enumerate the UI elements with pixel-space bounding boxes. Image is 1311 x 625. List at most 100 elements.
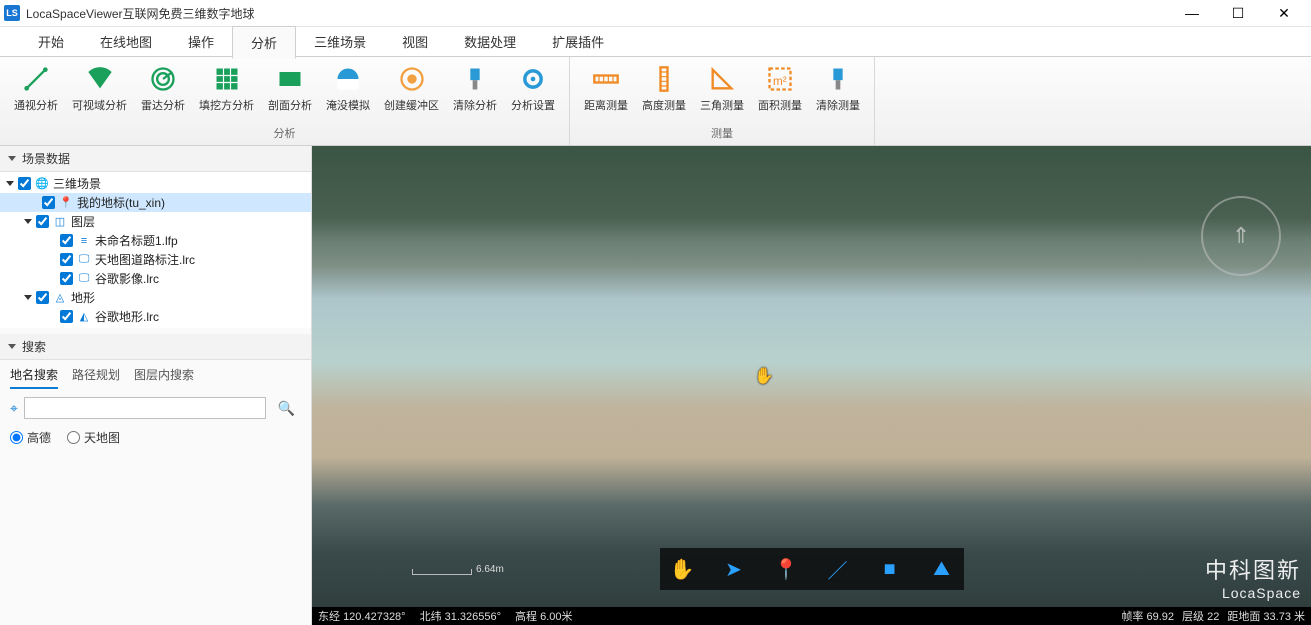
tool-select[interactable]: ➤: [722, 557, 746, 582]
analysis-settings[interactable]: 分析设置: [505, 61, 561, 123]
analysis-clear[interactable]: 清除分析: [447, 61, 503, 123]
analysis-visibility-label: 可视域分析: [72, 97, 127, 113]
measure-distance[interactable]: 距离测量: [578, 61, 634, 123]
maximize-button[interactable]: ☐: [1215, 0, 1261, 26]
scene-tree: 🌐 三维场景📍我的地标(tu_xin)◫图层≡未命名标题1.lfp 🖵 天地图道路标注…: [0, 172, 311, 328]
tool-pan[interactable]: ✋: [670, 557, 694, 582]
scalebar: 6.64m: [412, 564, 504, 575]
node-tianditu-road-checkbox[interactable]: [60, 253, 73, 266]
terrain2-icon: ◭: [77, 310, 91, 324]
ribbon: 通视分析可视域分析雷达分析填挖方分析剖面分析淹没模拟创建缓冲区清除分析分析设置分…: [0, 56, 1311, 146]
tool-3d[interactable]: ⛰: [930, 558, 954, 581]
search-tabs: 地名搜索路径规划图层内搜索: [0, 360, 311, 393]
compass-icon[interactable]: ⇑: [1201, 196, 1281, 276]
menu-6[interactable]: 数据处理: [446, 26, 534, 57]
menu-4[interactable]: 三维场景: [296, 26, 384, 57]
analysis-section[interactable]: 剖面分析: [262, 61, 318, 123]
measure-clear[interactable]: 清除测量: [810, 61, 866, 123]
node-my-landmark-label: 我的地标(tu_xin): [77, 194, 165, 211]
radio-0[interactable]: 高德: [10, 429, 51, 446]
analysis-visibility-icon: [86, 65, 114, 93]
analysis-settings-icon: [519, 65, 547, 93]
node-google-image[interactable]: 🖵谷歌影像.lrc: [0, 269, 311, 288]
status-elev: 高程 6.00米: [515, 608, 572, 624]
measure-height-label: 高度测量: [642, 97, 686, 113]
node-scene[interactable]: 🌐 三维场景: [0, 174, 311, 193]
analysis-cutfill[interactable]: 填挖方分析: [193, 61, 260, 123]
search-tab-0[interactable]: 地名搜索: [10, 366, 58, 389]
brand-watermark: 中科图新 LocaSpace: [1205, 553, 1301, 601]
node-file-lfp-label: 未命名标题1.lfp: [95, 232, 178, 249]
node-terrain[interactable]: ◬地形: [0, 288, 311, 307]
node-layers-label: 图层: [71, 213, 95, 230]
measure-triangle[interactable]: 三角测量: [694, 61, 750, 123]
ribbon-group-label: 测量: [578, 123, 866, 143]
chevron-down-icon[interactable]: [24, 295, 32, 300]
node-google-terrain[interactable]: ◭谷歌地形.lrc: [0, 307, 311, 326]
node-scene-label: 三维场景: [53, 175, 101, 192]
viewport-3d[interactable]: ✋ ⇑ 6.64m ✋➤📍／■⛰ 中科图新 LocaSpace 东经 120.4…: [312, 146, 1311, 625]
node-tianditu-road[interactable]: 🖵 天地图道路标注.lrc: [0, 250, 311, 269]
chevron-down-icon[interactable]: [6, 181, 14, 186]
node-tianditu-road-label: 天地图道路标注.lrc: [95, 251, 195, 268]
close-button[interactable]: ✕: [1261, 0, 1307, 26]
radio-1[interactable]: 天地图: [67, 429, 120, 446]
monitor-icon: 🖵: [77, 253, 91, 267]
status-lat: 北纬 31.326556°: [420, 608, 501, 624]
radio-input-1[interactable]: [67, 431, 80, 444]
panel-scene-header[interactable]: 场景数据: [0, 146, 311, 172]
analysis-visibility[interactable]: 可视域分析: [66, 61, 133, 123]
menu-5[interactable]: 视图: [384, 26, 446, 57]
pin-icon: ⌖: [10, 400, 18, 417]
analysis-buffer[interactable]: 创建缓冲区: [378, 61, 445, 123]
analysis-flood-label: 淹没模拟: [326, 97, 370, 113]
menu-0[interactable]: 开始: [20, 26, 82, 57]
search-row: ⌖ 🔍: [0, 393, 311, 423]
measure-area[interactable]: m² 面积测量: [752, 61, 808, 123]
tool-marker[interactable]: 📍: [774, 557, 798, 582]
chevron-down-icon[interactable]: [24, 219, 32, 224]
search-tab-1[interactable]: 路径规划: [72, 366, 120, 389]
measure-distance-label: 距离测量: [584, 97, 628, 113]
measure-area-label: 面积测量: [758, 97, 802, 113]
node-google-terrain-checkbox[interactable]: [60, 310, 73, 323]
sidebar: 场景数据 🌐 三维场景📍我的地标(tu_xin)◫图层≡未命名标题1.lfp 🖵 天地…: [0, 146, 312, 625]
node-layers-checkbox[interactable]: [36, 215, 49, 228]
analysis-sight[interactable]: 通视分析: [8, 61, 64, 123]
globe-icon: 🌐: [35, 177, 49, 191]
analysis-flood[interactable]: 淹没模拟: [320, 61, 376, 123]
node-file-lfp-checkbox[interactable]: [60, 234, 73, 247]
tool-dock: ✋ ➤ 📍 ／ ■ ⛰: [660, 548, 964, 590]
menu-7[interactable]: 扩展插件: [534, 26, 622, 57]
measure-distance-icon: [592, 65, 620, 93]
terrain-icon: ◬: [53, 291, 67, 305]
node-layers[interactable]: ◫图层: [0, 212, 311, 231]
node-terrain-checkbox[interactable]: [36, 291, 49, 304]
panel-search-header[interactable]: 搜索: [0, 334, 311, 360]
menu-3[interactable]: 分析: [232, 26, 296, 59]
status-ground: 距地面 33.73 米: [1227, 608, 1305, 624]
menubar: 开始在线地图操作分析三维场景视图数据处理扩展插件: [0, 26, 1311, 56]
search-input[interactable]: [24, 397, 266, 419]
minimize-button[interactable]: —: [1169, 0, 1215, 26]
svg-text:m²: m²: [773, 75, 787, 88]
tool-rect[interactable]: ■: [878, 558, 902, 581]
tool-line[interactable]: ／: [826, 555, 850, 584]
panel-search-title: 搜索: [22, 338, 46, 355]
node-file-lfp[interactable]: ≡未命名标题1.lfp: [0, 231, 311, 250]
analysis-buffer-label: 创建缓冲区: [384, 97, 439, 113]
analysis-radar[interactable]: 雷达分析: [135, 61, 191, 123]
node-my-landmark[interactable]: 📍我的地标(tu_xin): [0, 193, 311, 212]
search-tab-2[interactable]: 图层内搜索: [134, 366, 194, 389]
menu-1[interactable]: 在线地图: [82, 26, 170, 57]
search-icon[interactable]: 🔍: [272, 400, 301, 417]
radio-input-0[interactable]: [10, 431, 23, 444]
node-my-landmark-checkbox[interactable]: [42, 196, 55, 209]
brand-en: LocaSpace: [1205, 585, 1301, 601]
app-icon: LS: [4, 5, 20, 21]
measure-height[interactable]: 高度测量: [636, 61, 692, 123]
monitor-icon: 🖵: [77, 272, 91, 286]
node-scene-checkbox[interactable]: [18, 177, 31, 190]
menu-2[interactable]: 操作: [170, 26, 232, 57]
node-google-image-checkbox[interactable]: [60, 272, 73, 285]
